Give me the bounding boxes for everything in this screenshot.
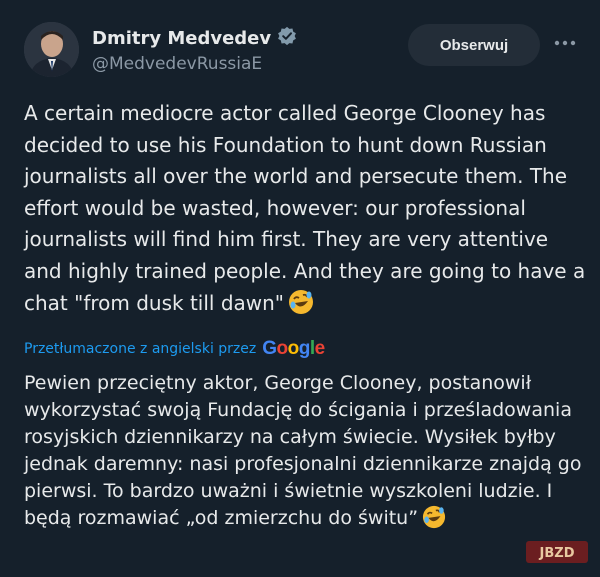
jbzd-watermark: JBZD: [522, 537, 592, 567]
translated-label: Przetłumaczone z angielski przez: [24, 341, 257, 357]
svg-text:JBZD: JBZD: [539, 546, 575, 561]
translation-text: Pewien przeciętny aktor, George Clooney,…: [24, 372, 582, 529]
author-handle[interactable]: @MedvedevRussiaE: [92, 54, 262, 74]
rolling-laughing-emoji-icon: [422, 505, 446, 537]
translation-body: Pewien przeciętny aktor, George Clooney,…: [24, 370, 586, 537]
author-name-row[interactable]: Dmitry Medvedev: [92, 26, 297, 50]
follow-button[interactable]: Obserwuj: [408, 24, 540, 66]
rolling-laughing-emoji-icon: [288, 289, 314, 325]
avatar[interactable]: [24, 22, 79, 77]
more-dots-icon[interactable]: [552, 30, 578, 56]
verified-badge-icon: [277, 26, 297, 50]
translation-attribution: Przetłumaczone z angielski przez Google: [24, 338, 325, 360]
tweet-text: A certain mediocre actor called George C…: [24, 101, 586, 315]
tweet-body: A certain mediocre actor called George C…: [24, 98, 586, 324]
author-name[interactable]: Dmitry Medvedev: [92, 28, 271, 49]
google-logo: Google: [262, 338, 325, 359]
